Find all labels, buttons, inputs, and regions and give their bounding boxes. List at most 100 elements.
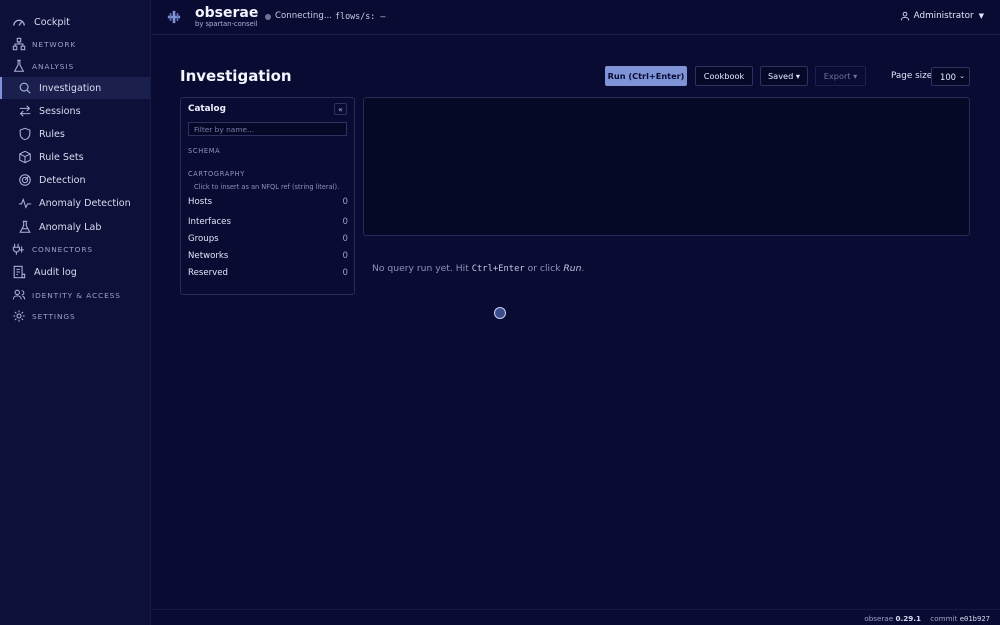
sidebar: Cockpit NETWORK ANALYSIS Investigation S… [0,0,151,625]
saved-dropdown[interactable]: Saved ▾ [760,66,808,86]
flows-rate: flows/s: – [335,11,386,21]
catalog-row-label: Hosts [188,197,213,207]
sidebar-item-label: Investigation [39,82,102,94]
top-bar: obserae by spartan-conseil Connecting...… [151,0,1000,35]
sidebar-item-anomaly-lab[interactable]: Anomaly Lab [0,216,150,238]
run-button[interactable]: Run (Ctrl+Enter) [605,66,687,86]
catalog-panel: Catalog « SCHEMA CARTOGRAPHY Click to in… [180,97,355,295]
search-icon [18,81,32,95]
commit-info: commit e01b927 [930,614,990,623]
sidebar-item-audit-log[interactable]: Audit log [0,261,150,283]
catalog-row-hosts[interactable]: Hosts 0 [188,197,348,212]
flask-icon [12,59,26,73]
sidebar-section-identity-access[interactable]: IDENTITY & ACCESS [0,284,150,306]
sidebar-item-sessions[interactable]: Sessions [0,100,150,122]
catalog-row-label: Groups [188,234,219,244]
user-icon [900,11,909,21]
empty-results-message: No query run yet. Hit Ctrl+Enter or clic… [372,263,584,274]
arrows-icon [18,104,32,118]
pulse-icon [18,196,32,210]
query-editor[interactable] [363,97,970,236]
cookbook-button[interactable]: Cookbook [695,66,753,86]
beaker-icon [18,220,32,234]
export-dropdown[interactable]: Export ▾ [815,66,866,86]
catalog-filter-input[interactable] [188,122,347,136]
user-menu[interactable]: Administrator ▼ [900,11,984,21]
chevron-down-icon: ▼ [978,12,984,20]
empty-message-text: or click [524,263,564,274]
page-size-value: 100 [940,71,956,82]
catalog-row-label: Interfaces [188,217,231,227]
empty-message-text: . [581,263,585,274]
page-size-label: Page size [891,71,933,81]
sidebar-item-label: Detection [39,174,86,186]
page-title: Investigation [180,67,292,85]
sidebar-item-detection[interactable]: Detection [0,169,150,191]
sidebar-section-label: NETWORK [32,39,77,49]
connection-status: Connecting... [275,11,333,21]
catalog-row-label: Networks [188,251,229,261]
sidebar-item-label: Anomaly Detection [39,197,131,209]
brand-name[interactable]: obserae [195,5,258,21]
schema-section-header[interactable]: SCHEMA [188,147,220,155]
catalog-row-count: 0 [342,217,348,227]
sidebar-item-rule-sets[interactable]: Rule Sets [0,146,150,168]
catalog-hint: Click to insert as an NFQL ref (string l… [194,183,340,191]
sidebar-section-label: ANALYSIS [32,61,75,71]
sidebar-section-settings[interactable]: SETTINGS [0,305,150,327]
run-reference: Run [563,263,582,274]
catalog-row-reserved[interactable]: Reserved 0 [188,268,348,283]
footer: obserae 0.29.1 commit e01b927 [151,609,1000,625]
sidebar-item-investigation[interactable]: Investigation [0,77,150,99]
commit-hash: e01b927 [959,614,990,623]
sidebar-section-analysis[interactable]: ANALYSIS [0,55,150,77]
network-icon [12,37,26,51]
catalog-title: Catalog [188,104,226,114]
sidebar-item-label: Rule Sets [39,151,84,163]
catalog-row-count: 0 [342,268,348,278]
sidebar-section-network[interactable]: NETWORK [0,33,150,55]
commit-label: commit [930,614,960,623]
users-icon [12,288,26,302]
sidebar-section-connectors[interactable]: CONNECTORS [0,238,150,260]
sidebar-section-label: IDENTITY & ACCESS [32,290,121,300]
catalog-row-count: 0 [342,251,348,261]
sidebar-item-cockpit[interactable]: Cockpit [0,11,150,33]
cube-icon [18,150,32,164]
catalog-row-networks[interactable]: Networks 0 [188,251,348,266]
shortcut-key: Ctrl+Enter [471,264,525,274]
cartography-section-header[interactable]: CARTOGRAPHY [188,170,245,178]
gauge-icon [12,15,26,29]
collapse-catalog-button[interactable]: « [334,103,347,115]
brand-subtitle: by spartan-conseil [195,20,258,28]
catalog-row-count: 0 [342,234,348,244]
sidebar-item-anomaly-detection[interactable]: Anomaly Detection [0,192,150,214]
plug-icon [12,242,26,256]
version-info: obserae 0.29.1 [864,614,921,623]
empty-message-text: No query run yet. Hit [372,263,472,274]
connection-status-dot [265,14,271,20]
log-icon [12,265,26,279]
page-size-select[interactable]: 100 ⌄ [931,67,970,86]
catalog-row-label: Reserved [188,268,228,278]
sidebar-item-label: Sessions [39,105,81,117]
shield-icon [18,127,32,141]
sidebar-section-label: CONNECTORS [32,244,94,254]
sidebar-section-label: SETTINGS [32,311,76,321]
brand-logo-icon[interactable] [167,10,181,24]
version-number: 0.29.1 [895,614,921,623]
chevron-down-icon: ⌄ [959,72,965,80]
sidebar-item-label: Rules [39,128,65,140]
sidebar-item-rules[interactable]: Rules [0,123,150,145]
version-label: obserae [864,614,896,623]
catalog-row-interfaces[interactable]: Interfaces 0 [188,217,348,232]
sidebar-item-label: Cockpit [34,16,70,28]
loading-spinner [494,307,506,319]
sidebar-item-label: Anomaly Lab [39,221,102,233]
catalog-row-groups[interactable]: Groups 0 [188,234,348,249]
catalog-row-count: 0 [342,197,348,207]
sidebar-item-label: Audit log [34,266,77,278]
radar-icon [18,173,32,187]
user-name: Administrator [913,11,974,21]
gear-icon [12,309,26,323]
